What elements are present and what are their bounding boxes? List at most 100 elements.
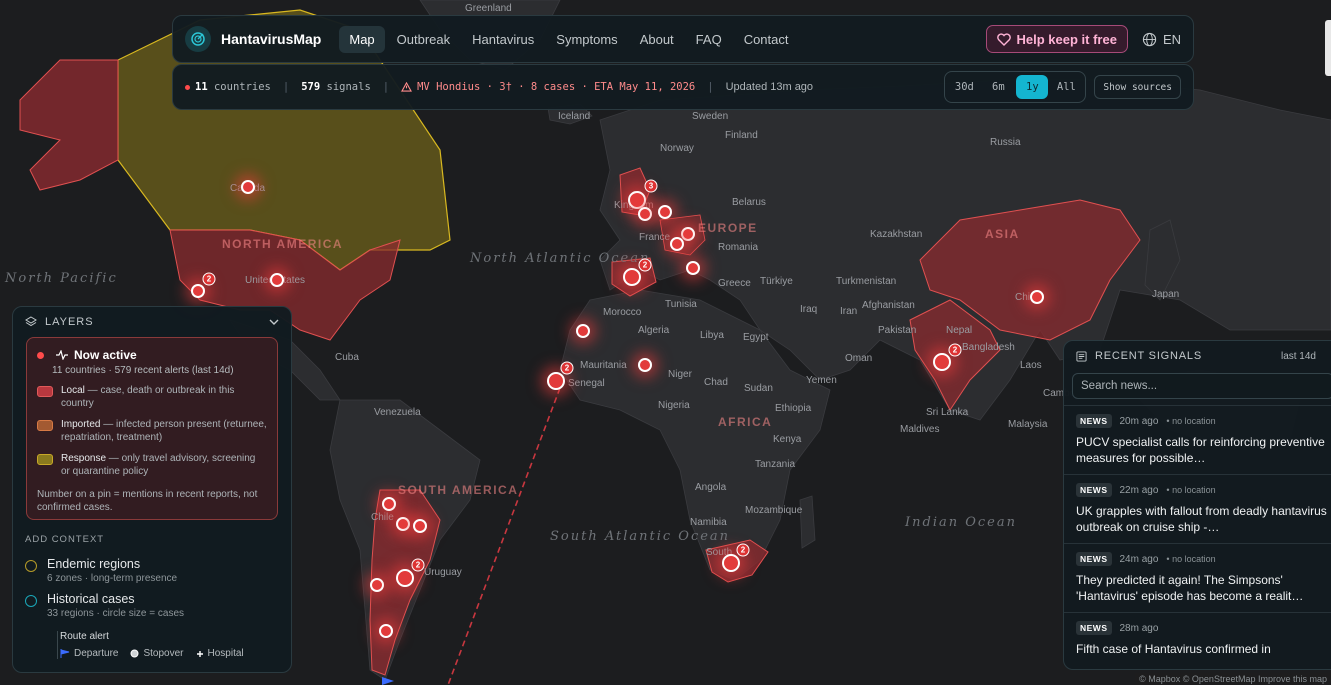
news-item[interactable]: NEWS 22m ago • no location UK grapples wit… (1064, 474, 1331, 543)
nav-faq[interactable]: FAQ (686, 26, 732, 53)
range-all[interactable]: All (1050, 75, 1082, 99)
map-label-japan: Japan (1152, 289, 1180, 300)
route-hospital: Hospital (196, 648, 244, 659)
map-label-europe: EUROPE (698, 221, 758, 235)
heart-icon (996, 32, 1011, 46)
news-item[interactable]: NEWS 20m ago • no location PUCV specialist… (1064, 405, 1331, 474)
map-label-russia: Russia (990, 137, 1021, 148)
language-label: EN (1162, 31, 1181, 47)
layers-header[interactable]: LAYERS (13, 307, 291, 337)
side-handle[interactable] (1325, 20, 1331, 76)
news-location: • no location (1166, 485, 1216, 495)
map-attribution[interactable]: © Mapbox © OpenStreetMap Improve this ma… (1135, 673, 1331, 685)
map-label-indian-ocean: Indian Ocean (905, 515, 1017, 530)
layers-icon (25, 316, 37, 327)
map-pin-canary[interactable] (576, 324, 590, 338)
nav-about[interactable]: About (630, 26, 684, 53)
nav-hantavirus[interactable]: Hantavirus (462, 26, 544, 53)
updated-time: Updated 13m ago (725, 81, 814, 93)
map-pin-italy[interactable] (686, 261, 700, 275)
signals-header: RECENT SIGNALS last 14d (1064, 341, 1331, 371)
now-active-sub: 11 countries · 579 recent alerts (last 1… (52, 365, 234, 376)
pin-note: Number on a pin = mentions in recent rep… (37, 489, 258, 513)
news-item[interactable]: NEWS 24m ago • no location They predicted … (1064, 543, 1331, 612)
flag-icon (60, 649, 70, 658)
map-label-kazakhstan: Kazakhstan (870, 229, 923, 240)
map-pin-chile[interactable] (370, 578, 384, 592)
recent-signals-panel: RECENT SIGNALS last 14d Search news... N… (1063, 340, 1331, 670)
top-nav: HantavirusMap Map Outbreak Hantavirus Sy… (172, 15, 1194, 63)
map-pin-india[interactable] (933, 353, 951, 371)
map-pin-mali[interactable] (638, 358, 652, 372)
language-selector[interactable]: EN (1142, 32, 1181, 47)
activity-icon (56, 350, 68, 360)
map-pin-mexico[interactable] (191, 284, 205, 298)
map-label-mozambique: Mozambique (745, 505, 803, 516)
legend-imported-name: Imported (61, 419, 101, 430)
signals-label: signals (326, 81, 371, 93)
map-pin-canada[interactable] (241, 180, 255, 194)
historical-name: Historical cases (47, 592, 135, 606)
map-label-chad: Chad (704, 377, 728, 388)
stopover-icon (130, 649, 139, 658)
map-pin-paraguay[interactable] (396, 517, 410, 531)
map-pin-switzerland[interactable] (670, 237, 684, 251)
range-30d[interactable]: 30d (948, 75, 980, 99)
map-pin-china[interactable] (1030, 290, 1044, 304)
map-pin-count-mexico: 2 (202, 272, 216, 286)
map-pin-cape-verde[interactable] (547, 372, 565, 390)
map-label-north-atlantic: North Atlantic Ocean (470, 250, 648, 268)
map-label-greece: Greece (718, 278, 751, 289)
context-endemic-regions[interactable]: Endemic regions 6 zones · long-term pres… (13, 553, 291, 588)
ship-alert[interactable]: MV Hondius · 3† · 8 cases · ETA May 11, … (417, 81, 695, 93)
news-title: UK grapples with fallout from deadly han… (1076, 504, 1327, 534)
map-pin-brazil-south[interactable] (413, 519, 427, 533)
legend-swatch-response (37, 454, 53, 465)
logo-icon[interactable] (185, 26, 211, 52)
historical-sub: 33 regions · circle size = cases (47, 608, 185, 619)
map-label-north-pacific: North Pacific (5, 271, 118, 286)
legend-local-name: Local (61, 385, 85, 396)
range-1y[interactable]: 1y (1016, 75, 1049, 99)
nav-map[interactable]: Map (339, 25, 385, 53)
map-pin-count-cape-verde: 2 (560, 361, 574, 375)
show-sources-button[interactable]: Show sources (1094, 75, 1181, 99)
help-keep-free-button[interactable]: Help keep it free (985, 25, 1128, 53)
nav-contact[interactable]: Contact (734, 26, 799, 53)
map-label-libya: Libya (700, 330, 724, 341)
map-pin-netherlands[interactable] (658, 205, 672, 219)
map-label-oman: Oman (845, 353, 873, 364)
map-pin-south-africa[interactable] (722, 554, 740, 572)
nav-symptoms[interactable]: Symptoms (546, 26, 627, 53)
map-label-malaysia: Malaysia (1008, 419, 1048, 430)
map-pin-argentina[interactable] (396, 569, 414, 587)
brand-name[interactable]: HantavirusMap (221, 31, 321, 47)
warning-icon (401, 82, 413, 92)
signals-range-select[interactable]: last 14d (1281, 351, 1316, 362)
map-label-iceland: Iceland (558, 111, 591, 122)
map-pin-count-south-africa: 2 (736, 543, 750, 557)
nav-outbreak[interactable]: Outbreak (387, 26, 460, 53)
map-pin-germany[interactable] (681, 227, 695, 241)
map-pin-bolivia[interactable] (382, 497, 396, 511)
endemic-name: Endemic regions (47, 557, 141, 571)
map-pin-patagonia[interactable] (379, 624, 393, 638)
map-pin-france-north[interactable] (638, 207, 652, 221)
chevron-down-icon[interactable] (269, 319, 279, 326)
map-label-namibia: Namibia (690, 517, 727, 528)
news-search-input[interactable]: Search news... (1072, 373, 1331, 399)
context-historical-cases[interactable]: Historical cases 33 regions · circle siz… (13, 588, 291, 623)
map-pin-united-states[interactable] (270, 273, 284, 287)
range-6m[interactable]: 6m (982, 75, 1014, 99)
map-label-nepal: Nepal (946, 325, 973, 336)
map-label-yemen: Yemen (806, 375, 837, 386)
time-range-toggle: 30d 6m 1y All (944, 71, 1087, 103)
map-label-norway: Norway (660, 143, 694, 154)
historical-toggle-icon[interactable] (25, 595, 37, 607)
map-pin-spain[interactable] (623, 268, 641, 286)
legend-local-desc: — case, death or outbreak in this countr… (61, 385, 235, 409)
endemic-toggle-icon[interactable] (25, 560, 37, 572)
map-label-turkmenistan: Turkmenistan (836, 276, 897, 287)
news-item[interactable]: NEWS 28m ago Fifth case of Hantavirus con… (1064, 612, 1331, 669)
now-active-box[interactable]: Now active 11 countries · 579 recent ale… (26, 337, 278, 520)
